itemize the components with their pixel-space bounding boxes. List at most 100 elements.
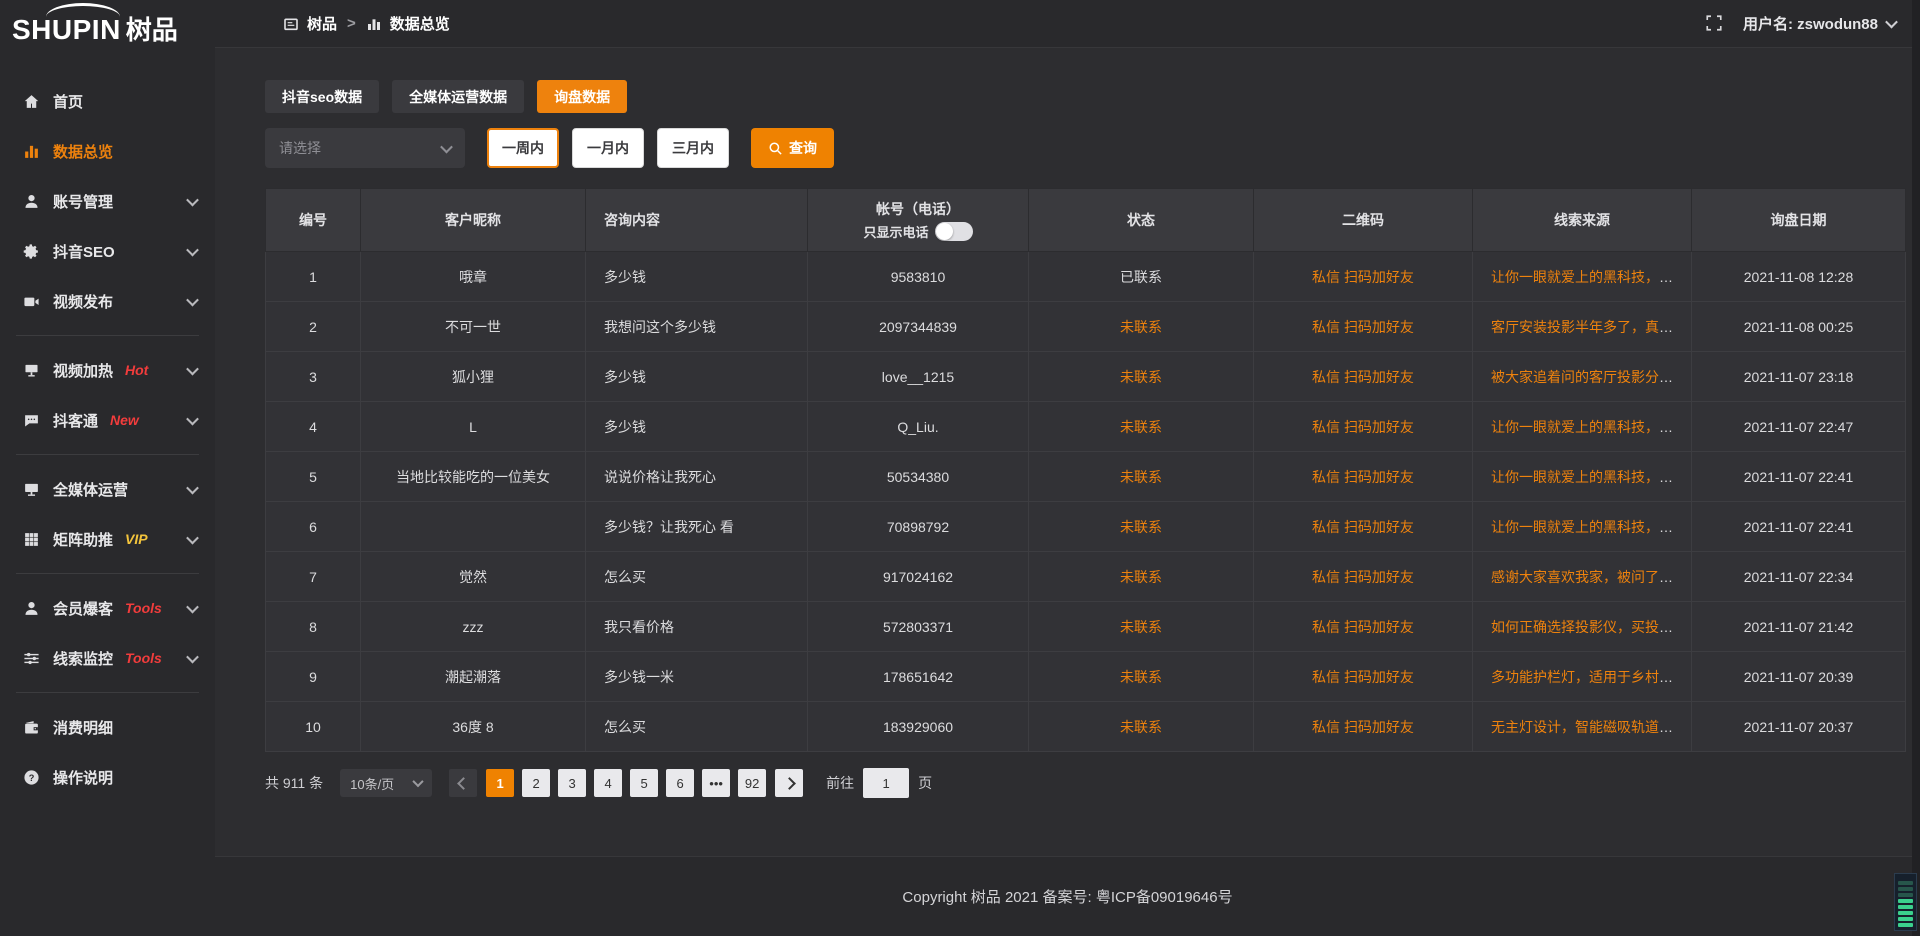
page-button-2[interactable]: 2 bbox=[522, 769, 550, 797]
sidebar-item-overview[interactable]: 数据总览 bbox=[0, 126, 215, 176]
page-button-3[interactable]: 3 bbox=[558, 769, 586, 797]
scan-add-friend-link[interactable]: 扫码加好友 bbox=[1344, 469, 1414, 485]
lead-source-link[interactable]: 感谢大家喜欢我家，被问了好... bbox=[1491, 569, 1685, 585]
private-message-link[interactable]: 私信 bbox=[1312, 619, 1340, 635]
scan-add-friend-link[interactable]: 扫码加好友 bbox=[1344, 419, 1414, 435]
scan-add-friend-link[interactable]: 扫码加好友 bbox=[1344, 569, 1414, 585]
private-message-link[interactable]: 私信 bbox=[1312, 319, 1340, 335]
lead-source-link[interactable]: 让你一眼就爱上的黑科技，能... bbox=[1491, 469, 1685, 485]
breadcrumb-item-home[interactable]: 树品 bbox=[307, 13, 337, 34]
inquiry-content: 多少钱 bbox=[586, 402, 808, 452]
inquiry-content: 多少钱一米 bbox=[586, 652, 808, 702]
sidebar-item-label: 操作说明 bbox=[53, 767, 113, 788]
next-page-button[interactable] bbox=[775, 769, 803, 797]
lead-source-link[interactable]: 无主灯设计，智能磁吸轨道灯... bbox=[1491, 719, 1685, 735]
sidebar-item-home[interactable]: 首页 bbox=[0, 76, 215, 126]
private-message-link[interactable]: 私信 bbox=[1312, 719, 1340, 735]
sidebar-item-video-heat[interactable]: 视频加热Hot bbox=[0, 345, 215, 395]
sidebar-item-media-ops[interactable]: 全媒体运营 bbox=[0, 464, 215, 514]
inquiry-content: 多少钱 bbox=[586, 352, 808, 402]
filter-select[interactable]: 请选择 bbox=[265, 128, 465, 168]
sidebar-item-help[interactable]: ?操作说明 bbox=[0, 752, 215, 802]
status-badge: 未联系 bbox=[1029, 502, 1254, 552]
row-id: 1 bbox=[266, 252, 361, 302]
private-message-link[interactable]: 私信 bbox=[1312, 269, 1340, 285]
period-button-month[interactable]: 一月内 bbox=[572, 128, 644, 168]
pagination: 共 911 条 10条/页 123456•••92 前往 页 bbox=[265, 768, 1905, 798]
inquiry-content: 我只看价格 bbox=[586, 602, 808, 652]
scan-add-friend-link[interactable]: 扫码加好友 bbox=[1344, 719, 1414, 735]
customer-nickname: 当地比较能吃的一位美女 bbox=[361, 452, 586, 502]
prev-page-button[interactable] bbox=[449, 769, 477, 797]
lead-source-link[interactable]: 多功能护栏灯，适用于乡村文... bbox=[1491, 669, 1685, 685]
sidebar-item-douketong[interactable]: 抖客通New bbox=[0, 395, 215, 445]
account-phone: Q_Liu. bbox=[808, 402, 1029, 452]
search-button[interactable]: 查询 bbox=[751, 128, 834, 168]
page-buttons: 123456 ••• 92 bbox=[486, 769, 766, 797]
phone-only-toggle[interactable] bbox=[935, 222, 973, 241]
lead-source-link[interactable]: 被大家追着问的客厅投影分享... bbox=[1491, 369, 1685, 385]
private-message-link[interactable]: 私信 bbox=[1312, 519, 1340, 535]
table-row: 2不可一世我想问这个多少钱2097344839未联系私信 扫码加好友客厅安装投影… bbox=[266, 302, 1906, 352]
chevron-down-icon bbox=[186, 293, 199, 306]
status-badge: 未联系 bbox=[1029, 402, 1254, 452]
sidebar-item-account[interactable]: 账号管理 bbox=[0, 176, 215, 226]
sidebar-item-label: 消费明细 bbox=[53, 717, 113, 738]
customer-nickname: 狐小狸 bbox=[361, 352, 586, 402]
sidebar-item-label: 数据总览 bbox=[53, 141, 113, 162]
page-ellipsis-button[interactable]: ••• bbox=[702, 769, 730, 797]
tab-media[interactable]: 全媒体运营数据 bbox=[392, 80, 524, 113]
private-message-link[interactable]: 私信 bbox=[1312, 369, 1340, 385]
account-phone: love__1215 bbox=[808, 352, 1029, 402]
scan-add-friend-link[interactable]: 扫码加好友 bbox=[1344, 619, 1414, 635]
page-button-92[interactable]: 92 bbox=[738, 769, 766, 797]
lead-source-cell: 让你一眼就爱上的黑科技，能... bbox=[1473, 452, 1692, 502]
fullscreen-icon[interactable] bbox=[1705, 14, 1725, 34]
lead-source-link[interactable]: 让你一眼就爱上的黑科技，能... bbox=[1491, 519, 1685, 535]
inquiry-content: 多少钱 bbox=[586, 252, 808, 302]
lead-source-link[interactable]: 让你一眼就爱上的黑科技，能... bbox=[1491, 269, 1685, 285]
page-button-1[interactable]: 1 bbox=[486, 769, 514, 797]
user-menu[interactable]: 用户名: zswodun88 bbox=[1743, 13, 1896, 34]
scan-add-friend-link[interactable]: 扫码加好友 bbox=[1344, 369, 1414, 385]
sidebar-item-douyin-seo[interactable]: 抖音SEO bbox=[0, 226, 215, 276]
row-id: 10 bbox=[266, 702, 361, 752]
scan-add-friend-link[interactable]: 扫码加好友 bbox=[1344, 669, 1414, 685]
header-date: 询盘日期 bbox=[1692, 189, 1906, 252]
scrollbar[interactable] bbox=[1912, 0, 1920, 936]
qr-actions: 私信 扫码加好友 bbox=[1254, 302, 1473, 352]
page-button-6[interactable]: 6 bbox=[666, 769, 694, 797]
private-message-link[interactable]: 私信 bbox=[1312, 469, 1340, 485]
scan-add-friend-link[interactable]: 扫码加好友 bbox=[1344, 519, 1414, 535]
scan-add-friend-link[interactable]: 扫码加好友 bbox=[1344, 319, 1414, 335]
goto-page-input[interactable] bbox=[863, 768, 909, 798]
sidebar-item-video-publish[interactable]: 视频发布 bbox=[0, 276, 215, 326]
scan-add-friend-link[interactable]: 扫码加好友 bbox=[1344, 269, 1414, 285]
lead-source-link[interactable]: 客厅安装投影半年多了，真实... bbox=[1491, 319, 1685, 335]
sidebar-item-expense[interactable]: 消费明细 bbox=[0, 702, 215, 752]
chevron-down-icon bbox=[186, 362, 199, 375]
page-button-4[interactable]: 4 bbox=[594, 769, 622, 797]
sidebar-item-member-burst[interactable]: 会员爆客Tools bbox=[0, 583, 215, 633]
tab-inquiry[interactable]: 询盘数据 bbox=[537, 80, 627, 113]
qr-actions: 私信 扫码加好友 bbox=[1254, 252, 1473, 302]
sidebar-nav: 首页数据总览账号管理抖音SEO视频发布视频加热Hot抖客通New全媒体运营矩阵助… bbox=[0, 66, 215, 802]
private-message-link[interactable]: 私信 bbox=[1312, 569, 1340, 585]
lead-source-link[interactable]: 让你一眼就爱上的黑科技，能... bbox=[1491, 419, 1685, 435]
private-message-link[interactable]: 私信 bbox=[1312, 669, 1340, 685]
private-message-link[interactable]: 私信 bbox=[1312, 419, 1340, 435]
period-button-week[interactable]: 一周内 bbox=[487, 128, 559, 168]
account-phone: 572803371 bbox=[808, 602, 1029, 652]
tab-seo[interactable]: 抖音seo数据 bbox=[265, 80, 379, 113]
sidebar-item-label: 抖音SEO bbox=[53, 241, 115, 262]
period-button-quarter[interactable]: 三月内 bbox=[657, 128, 729, 168]
lead-source-cell: 被大家追着问的客厅投影分享... bbox=[1473, 352, 1692, 402]
sidebar-item-lead-monitor[interactable]: 线索监控Tools bbox=[0, 633, 215, 683]
lead-source-link[interactable]: 如何正确选择投影仪，买投影... bbox=[1491, 619, 1685, 635]
sidebar-item-label: 矩阵助推 bbox=[53, 529, 113, 550]
sidebar-item-matrix-boost[interactable]: 矩阵助推VIP bbox=[0, 514, 215, 564]
customer-nickname: 觉然 bbox=[361, 552, 586, 602]
header-qrcode: 二维码 bbox=[1254, 189, 1473, 252]
page-size-select[interactable]: 10条/页 bbox=[340, 769, 432, 797]
page-button-5[interactable]: 5 bbox=[630, 769, 658, 797]
